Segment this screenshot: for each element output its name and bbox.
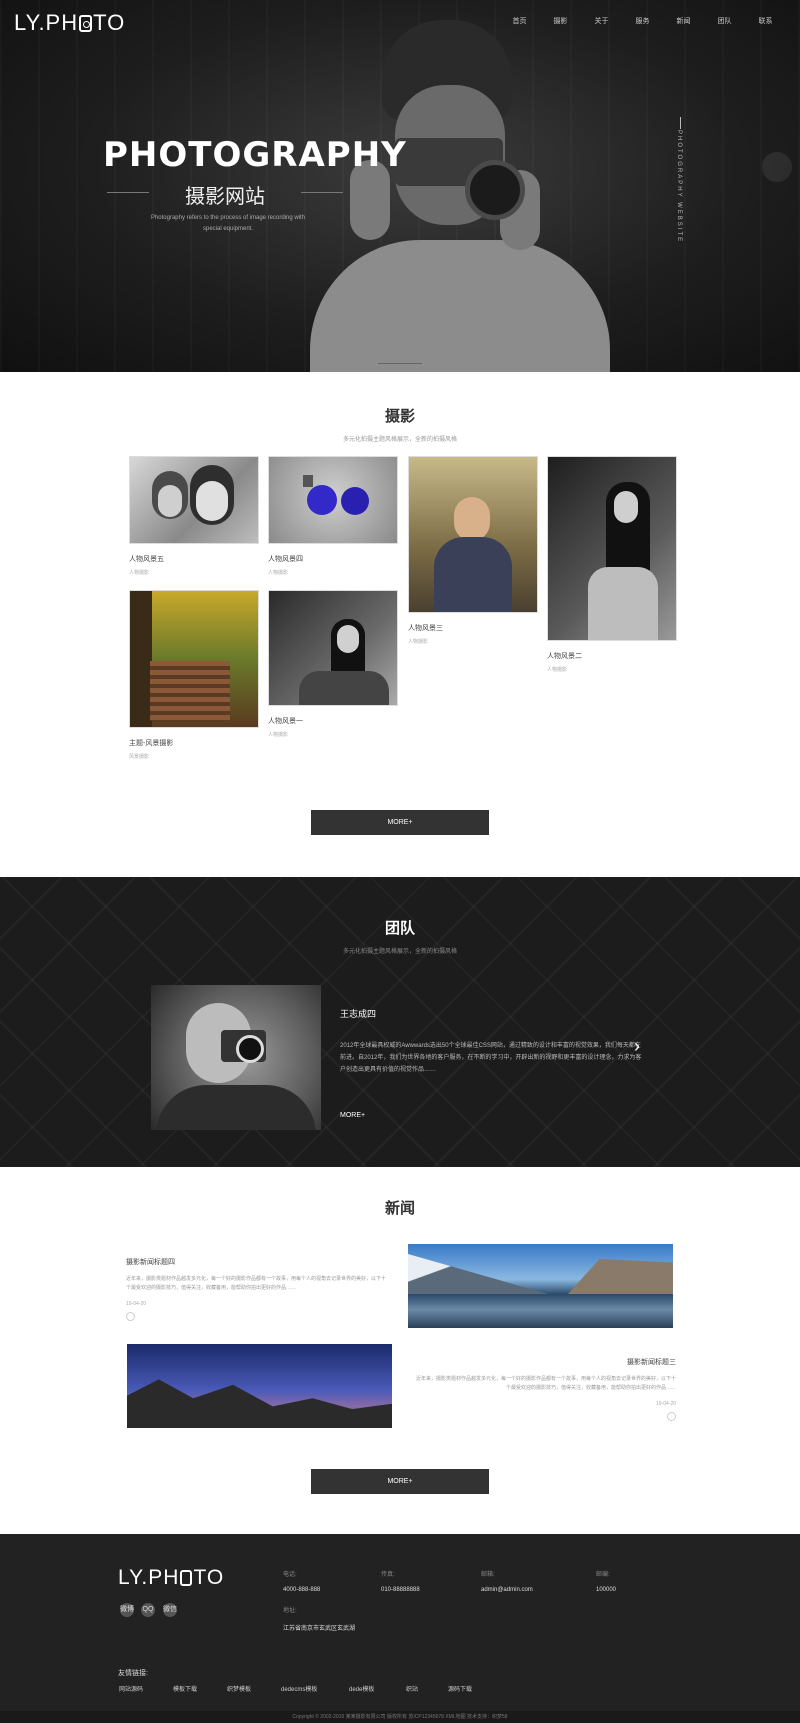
gallery-image[interactable]	[129, 456, 259, 544]
friend-link[interactable]: 织站	[406, 1684, 418, 1693]
gallery-item[interactable]: 人物风景二 人物摄影	[547, 456, 677, 673]
news-image[interactable]	[408, 1244, 673, 1328]
friend-link[interactable]: dedecms模板	[281, 1684, 317, 1693]
hero-photographer-image	[300, 20, 620, 372]
hero-decor-circle	[762, 152, 792, 182]
site-footer: LY.PH TO 微博 QQ 微信 电话: 4000-888-888 传真: 010-…	[0, 1534, 800, 1723]
hero-subtitle: 摄影网站	[107, 180, 343, 209]
news-section: 新闻 摄影新闻标题四 近年来，摄影类题材作品越发多元化，每一个好的摄影作品都有一…	[0, 1167, 800, 1534]
photo-more-button[interactable]: MORE+	[311, 810, 489, 835]
photo-section: 摄影 多元化拍摄主题风格展示，全新的拍摄风格 人物风景五 人物摄影 人物风景四 …	[0, 372, 800, 877]
news-title[interactable]: 摄影新闻标题三	[416, 1357, 676, 1367]
nav-item-news[interactable]: 新闻	[663, 16, 704, 26]
gallery-item-category: 人物摄影	[129, 570, 150, 576]
nav-item-home[interactable]: 首页	[499, 16, 540, 26]
gallery-item-title[interactable]: 人物风景五	[129, 554, 259, 564]
copyright-text: Copyright © 2002-2019 某某摄影有限公司 版权所有 苏ICP…	[0, 1711, 800, 1723]
gallery-item-category: 风景摄影	[129, 754, 150, 760]
next-arrow-icon[interactable]: ›	[634, 1037, 644, 1055]
gallery-item-category: 人物摄影	[268, 732, 289, 738]
nav-item-about[interactable]: 关于	[581, 16, 622, 26]
nav-item-team[interactable]: 团队	[704, 16, 745, 26]
gallery-item[interactable]: 主题-风景摄影 风景摄影	[129, 590, 259, 760]
gallery-item-category: 人物摄影	[547, 667, 568, 673]
team-section: 团队 多元化拍摄主题风格展示，全新的拍摄风格 ‹ 王志成四 2012年全球最具权…	[0, 877, 800, 1167]
footer-logo[interactable]: LY.PH TO	[118, 1566, 224, 1590]
nav-item-contact[interactable]: 联系	[745, 16, 786, 26]
news-item[interactable]: 摄影新闻标题四 近年来，摄影类题材作品越发多元化，每一个好的摄影作品都有一个故事…	[126, 1257, 386, 1324]
gallery-image[interactable]	[547, 456, 677, 641]
footer-phone: 电话: 4000-888-888	[283, 1572, 321, 1593]
news-title[interactable]: 摄影新闻标题四	[126, 1257, 386, 1267]
gallery-item-category: 人物摄影	[408, 639, 429, 645]
gallery-item-title[interactable]: 人物风景三	[408, 623, 538, 633]
news-more-button[interactable]: MORE+	[311, 1469, 489, 1494]
gallery-item-category: 人物摄影	[268, 570, 289, 576]
friend-link[interactable]: 网站源码	[119, 1684, 143, 1693]
gallery-item[interactable]: 人物风景五 人物摄影	[129, 456, 259, 576]
nav-item-service[interactable]: 服务	[622, 16, 663, 26]
footer-fax: 传真: 010-88888888	[381, 1572, 420, 1593]
gallery-item[interactable]: 人物风景三 人物摄影	[408, 456, 538, 645]
news-item[interactable]: 摄影新闻标题三 近年来，摄影类题材作品越发多元化，每一个好的摄影作品都有一个故事…	[416, 1357, 676, 1424]
hero-title: PHOTOGRAPHY	[103, 135, 407, 175]
gallery-item-title[interactable]: 人物风景一	[268, 716, 398, 726]
hero-description: Photography refers to the process of ima…	[150, 215, 306, 232]
news-summary: 近年来，摄影类题材作品越发多元化，每一个好的摄影作品都有一个故事，用每个人的视角…	[416, 1376, 677, 1391]
footer-address: 地址: 江苏省南京市玄武区玄武湖	[283, 1608, 356, 1632]
gallery-item[interactable]: 人物风景四 人物摄影	[268, 456, 398, 576]
gallery-item[interactable]: 人物风景一 人物摄影	[268, 590, 398, 738]
main-nav: 首页 摄影 关于 服务 新闻 团队 联系	[499, 16, 786, 26]
wechat-icon[interactable]: 微信	[163, 1603, 177, 1617]
qq-icon[interactable]: QQ	[141, 1603, 155, 1617]
section-subtitle: 多元化拍摄主题风格展示，全新的拍摄风格	[342, 437, 457, 443]
site-logo[interactable]: LY.PH TO	[14, 10, 125, 36]
gallery-image[interactable]	[268, 456, 398, 544]
arrow-circle-icon[interactable]	[667, 1412, 676, 1421]
news-summary: 近年来，摄影类题材作品越发多元化，每一个好的摄影作品都有一个故事，用每个人的视角…	[126, 1276, 387, 1291]
friend-link[interactable]: 织梦模板	[227, 1684, 251, 1693]
gallery-item-title[interactable]: 主题-风景摄影	[129, 738, 259, 748]
slider-indicator[interactable]	[378, 363, 422, 364]
news-date: 19-04-20	[126, 1301, 147, 1307]
gallery-item-title[interactable]: 人物风景四	[268, 554, 398, 564]
footer-email: 邮箱: admin@admin.com	[481, 1572, 533, 1593]
friend-links-title: 友情链接:	[118, 1670, 148, 1677]
vertical-divider	[680, 117, 681, 129]
team-member-photo	[151, 985, 321, 1130]
friend-link[interactable]: 模板下载	[173, 1684, 197, 1693]
section-subtitle: 多元化拍摄主题风格展示，全新的拍摄风格	[342, 949, 457, 955]
gallery-image[interactable]	[129, 590, 259, 728]
friend-link[interactable]: dede模板	[349, 1684, 374, 1693]
news-date: 19-04-20	[655, 1401, 676, 1407]
team-member-description: 2012年全球最具权威的Awwwards选出50个全球最佳CSS网站，通过精致的…	[340, 1043, 642, 1073]
gallery-image[interactable]	[268, 590, 398, 706]
team-more-link[interactable]: MORE+	[340, 1112, 365, 1119]
section-title: 新闻	[384, 1200, 415, 1217]
friend-link[interactable]: 源码下载	[448, 1684, 472, 1693]
footer-postcode: 邮编: 100000	[596, 1572, 617, 1593]
arrow-circle-icon[interactable]	[126, 1312, 135, 1321]
news-image[interactable]	[127, 1344, 392, 1428]
hero-banner: LY.PH TO 首页 摄影 关于 服务 新闻 团队 联系 PHOTOGRAPHY…	[0, 0, 800, 372]
hero-vertical-text: PHOTOGRAPHY WEBSITE	[676, 130, 682, 244]
nav-item-photo[interactable]: 摄影	[540, 16, 581, 26]
weibo-icon[interactable]: 微博	[120, 1603, 134, 1617]
gallery-image[interactable]	[408, 456, 538, 613]
section-title: 团队	[384, 920, 415, 937]
team-member-name: 王志成四	[340, 1009, 377, 1019]
gallery-item-title[interactable]: 人物风景二	[547, 651, 677, 661]
section-title: 摄影	[384, 408, 415, 425]
